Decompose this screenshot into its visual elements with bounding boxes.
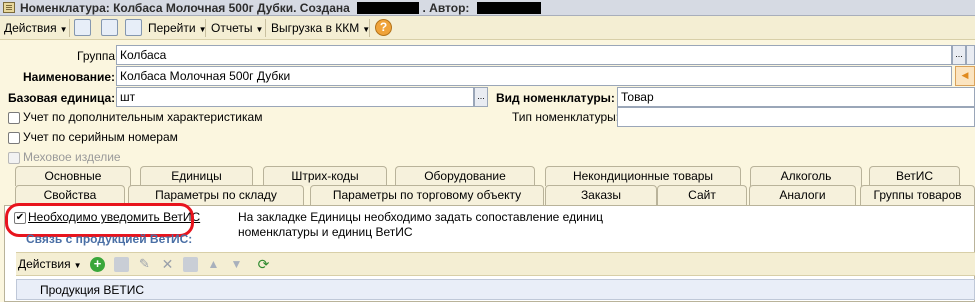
tab-equipment[interactable]: Оборудование (395, 166, 535, 186)
actions-menu[interactable]: Действия ▼ (4, 19, 68, 37)
refresh-icon[interactable] (101, 19, 118, 36)
tab-defective-goods[interactable]: Некондиционные товары (545, 166, 741, 186)
tab-barcodes[interactable]: Штрих-коды (263, 166, 387, 186)
tab-store-params[interactable]: Параметры по торговому объекту (310, 185, 544, 205)
goto-menu[interactable]: Перейти ▼ (148, 19, 206, 37)
main-toolbar: Действия ▼ Перейти ▼ Отчеты ▼ Выгрузка в КК… (0, 16, 975, 40)
move-up-icon[interactable]: ▲ (206, 257, 221, 272)
goto-menu-label: Перейти (148, 21, 196, 35)
serials-label: Учет по серийным номерам (23, 130, 178, 144)
toolbar-divider (205, 19, 206, 37)
window-titlebar: Номенклатура: Колбаса Молочная 500г Дубк… (0, 0, 975, 16)
copy-icon[interactable] (125, 19, 142, 36)
redacted-date (357, 2, 420, 14)
toolbar-divider (69, 19, 70, 37)
inner-actions-menu-label: Действия (18, 257, 71, 271)
group-select-button[interactable]: ... (952, 45, 966, 65)
vetis-table-header (16, 279, 975, 300)
group-label: Группа: (77, 49, 119, 63)
kind-field[interactable]: Товар (617, 87, 975, 107)
name-label: Наименование: (23, 70, 116, 84)
export-kkm-menu-label: Выгрузка в ККМ (271, 21, 360, 35)
serials-checkbox[interactable] (8, 132, 20, 144)
save-icon[interactable] (183, 257, 198, 272)
delete-icon[interactable]: ✕ (160, 257, 175, 272)
type-field[interactable] (617, 107, 975, 127)
tab-analogs[interactable]: Аналоги (749, 185, 856, 205)
help-icon[interactable]: ? (375, 19, 392, 36)
vetis-info-line-2: номенклатуры и единиц ВетИС (238, 225, 413, 239)
catalog-icon (3, 2, 15, 13)
edit-icon[interactable]: ✎ (137, 257, 152, 272)
base-unit-select-button[interactable]: ... (474, 87, 488, 107)
fur-checkbox[interactable] (8, 152, 20, 164)
tab-site[interactable]: Сайт (657, 185, 747, 205)
refresh-icon[interactable]: ⟳ (256, 257, 271, 272)
export-kkm-menu[interactable]: Выгрузка в ККМ ▼ (271, 19, 370, 37)
chevron-down-icon: ▼ (73, 261, 82, 270)
redacted-author (476, 2, 541, 14)
tab-units[interactable]: Единицы (140, 166, 253, 186)
reports-menu-label: Отчеты (211, 21, 253, 35)
window-title: Номенклатура: Колбаса Молочная 500г Дубк… (20, 1, 541, 15)
toolbar-divider (265, 19, 266, 37)
window-title-author-label: . Автор: (422, 1, 470, 15)
tab-basic[interactable]: Основные (15, 166, 131, 186)
column-header-product[interactable]: Продукция ВЕТИС (40, 283, 144, 297)
fur-label: Меховое изделие (23, 150, 121, 164)
characteristics-label: Учет по дополнительным характеристикам (23, 110, 263, 124)
name-field[interactable]: Колбаса Молочная 500г Дубки (116, 66, 952, 86)
move-down-icon[interactable]: ▼ (229, 257, 244, 272)
base-unit-label: Базовая единица: (8, 91, 116, 105)
group-open-button[interactable] (966, 45, 975, 65)
reports-menu[interactable]: Отчеты ▼ (211, 19, 263, 37)
window-title-text: Номенклатура: Колбаса Молочная 500г Дубк… (20, 1, 350, 15)
tab-vetis[interactable]: ВетИС (869, 166, 960, 186)
vetis-link-toolbar: Действия ▼ + ✎ ✕ ▲ ▼ ⟳ (16, 252, 975, 276)
vetis-link-section-title: Связь с продукцией ВетИС: (26, 232, 193, 246)
type-label: Тип номенклатуры: (512, 110, 620, 124)
language-icon[interactable]: ◀ (955, 66, 975, 86)
kind-label: Вид номенклатуры: (496, 91, 615, 105)
actions-menu-label: Действия (4, 21, 57, 35)
vetis-info-line-1: На закладке Единицы необходимо задать со… (238, 210, 603, 224)
tab-warehouse-params[interactable]: Параметры по складу (128, 185, 304, 205)
toolbar-divider (369, 19, 370, 37)
chevron-down-icon: ▼ (59, 25, 68, 34)
tab-properties[interactable]: Свойства (15, 185, 125, 205)
tab-product-groups[interactable]: Группы товаров (860, 185, 975, 205)
add-icon[interactable]: + (90, 257, 105, 272)
chevron-down-icon: ▼ (255, 25, 264, 34)
tab-orders[interactable]: Заказы (545, 185, 657, 205)
inner-actions-menu[interactable]: Действия ▼ (18, 255, 82, 273)
copy-icon[interactable] (114, 257, 129, 272)
post-icon[interactable] (74, 19, 91, 36)
tab-alcohol[interactable]: Алкоголь (750, 166, 862, 186)
characteristics-checkbox[interactable] (8, 112, 20, 124)
base-unit-field[interactable]: шт (116, 87, 474, 107)
group-field[interactable]: Колбаса (116, 45, 952, 65)
